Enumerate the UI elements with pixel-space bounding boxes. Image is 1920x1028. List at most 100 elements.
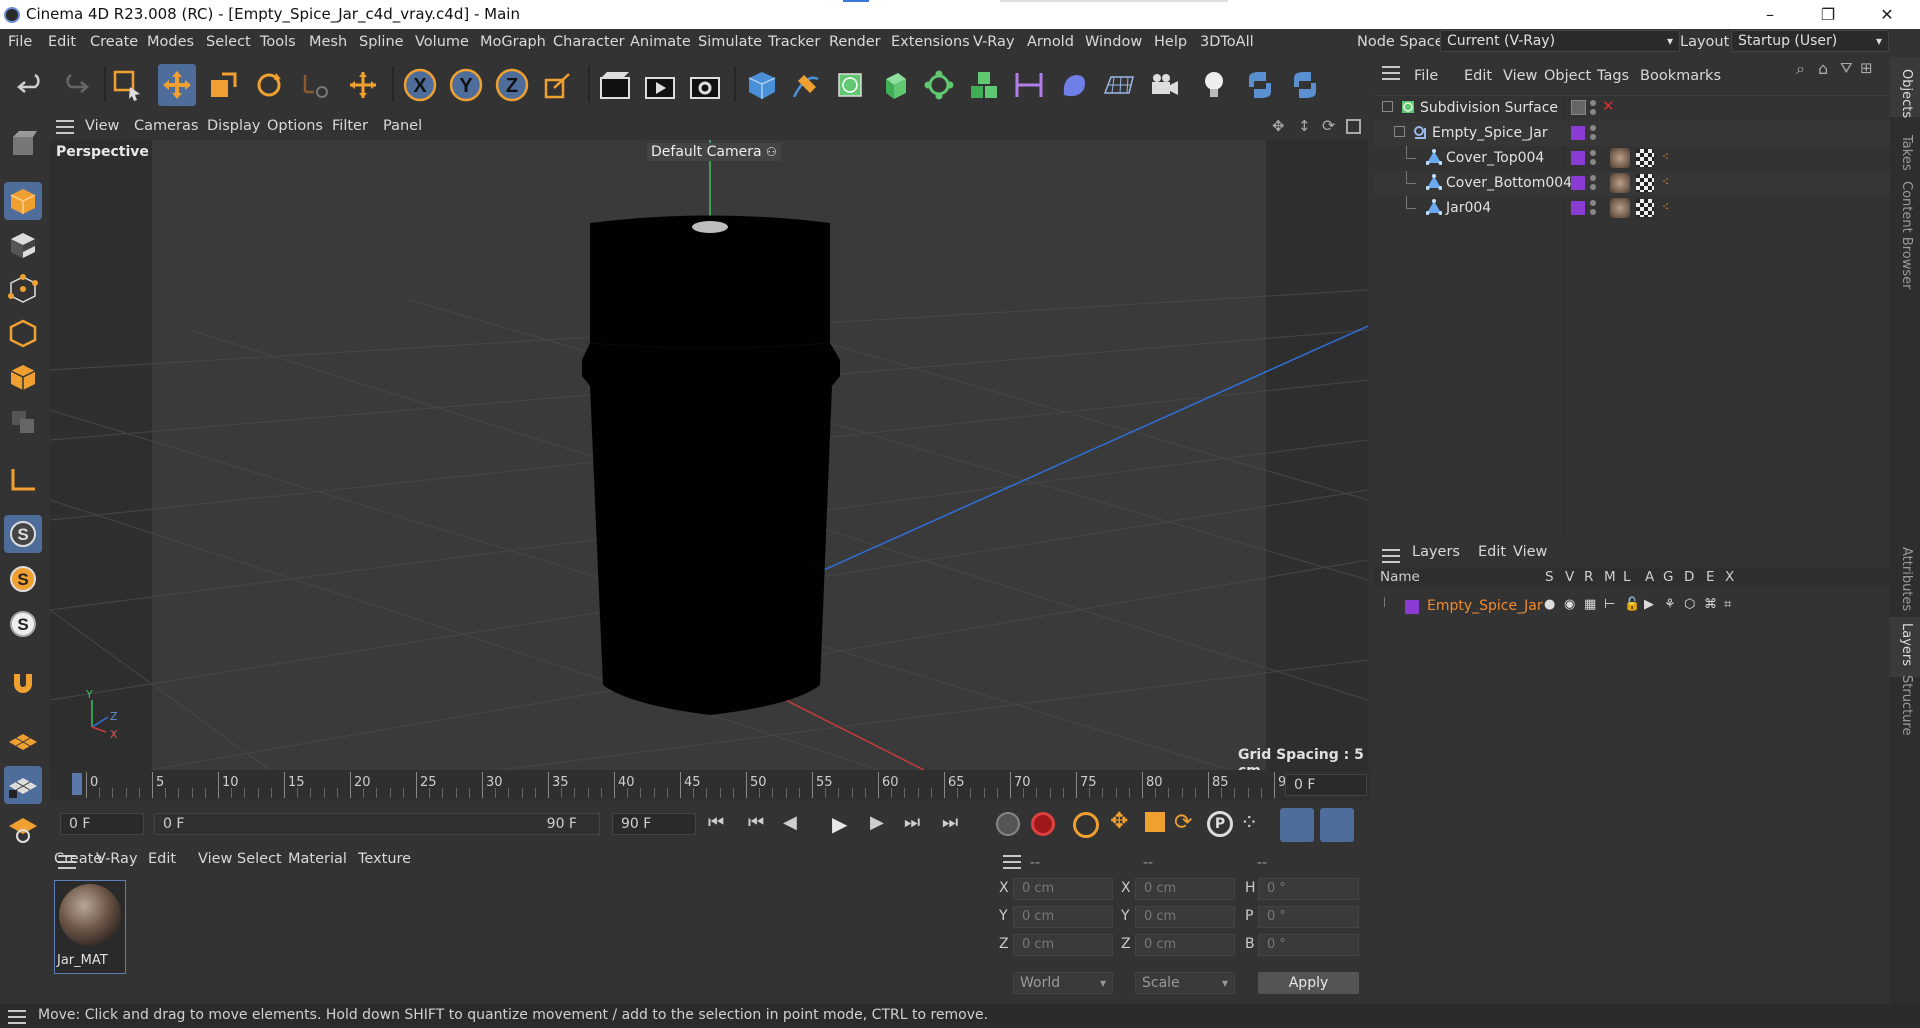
model-mode-icon[interactable] bbox=[4, 182, 42, 220]
menu-volume[interactable]: Volume bbox=[415, 34, 469, 50]
render-icon[interactable]: ▦ bbox=[1584, 597, 1596, 612]
parameter-key-icon[interactable]: P bbox=[1207, 811, 1233, 837]
animation-icon[interactable]: ▶ bbox=[1644, 597, 1654, 612]
coordinate-mode-dropdown[interactable]: World ▾ bbox=[1013, 972, 1113, 994]
snap-magnet-icon[interactable] bbox=[4, 664, 42, 702]
hamburger-menu-icon[interactable] bbox=[1382, 549, 1400, 563]
expressions-icon[interactable]: ⌘ bbox=[1704, 597, 1717, 612]
floor-icon[interactable] bbox=[1100, 64, 1138, 106]
deformer-icon[interactable] bbox=[1010, 64, 1048, 106]
python-script-icon[interactable] bbox=[1241, 64, 1279, 106]
generators-icon[interactable]: ⚘ bbox=[1664, 597, 1676, 612]
point-level-key-icon[interactable]: ⁘ bbox=[1240, 811, 1259, 836]
autokey-icon[interactable] bbox=[1031, 812, 1055, 836]
workplane-icon[interactable] bbox=[4, 722, 42, 760]
move-tool-icon[interactable] bbox=[158, 64, 196, 106]
object-row[interactable]: Cover_Bottom004 ⁖ bbox=[1374, 171, 1890, 196]
uv-mode-icon[interactable] bbox=[4, 403, 42, 441]
texture-tag-icon[interactable] bbox=[1636, 199, 1654, 217]
menu-mesh[interactable]: Mesh bbox=[309, 34, 347, 50]
visibility-dots-icon[interactable] bbox=[1590, 200, 1596, 216]
viewport-menu-cameras[interactable]: Cameras bbox=[134, 118, 198, 134]
z-axis-lock-icon[interactable]: Z bbox=[493, 64, 531, 106]
render-view-icon[interactable] bbox=[596, 64, 634, 106]
vray-tag-icon[interactable]: ⁖ bbox=[1662, 150, 1669, 164]
edges-mode-icon[interactable] bbox=[4, 314, 42, 352]
object-menu-file[interactable]: File bbox=[1414, 68, 1438, 84]
menu-edit[interactable]: Edit bbox=[48, 34, 76, 50]
menu-create[interactable]: Create bbox=[90, 34, 138, 50]
xref-icon[interactable]: ⌗ bbox=[1724, 597, 1731, 612]
view-eye-icon[interactable]: ◉ bbox=[1564, 597, 1575, 612]
go-to-end-icon[interactable]: ⏭ bbox=[942, 812, 958, 833]
solo-dot-icon[interactable]: ● bbox=[1544, 597, 1555, 612]
tab-content-browser[interactable]: Content Browser bbox=[1899, 181, 1914, 290]
previous-frame-icon[interactable]: ◀ bbox=[783, 812, 797, 833]
tab-structure[interactable]: Structure bbox=[1899, 675, 1914, 735]
object-row[interactable]: Jar004 ⁖ bbox=[1374, 196, 1890, 221]
material-tag-icon[interactable] bbox=[1610, 198, 1630, 218]
position-field[interactable]: 0 cm bbox=[1013, 934, 1113, 956]
layer-color-swatch[interactable] bbox=[1571, 176, 1585, 190]
layer-color-swatch[interactable] bbox=[1405, 600, 1419, 614]
material-menu-select[interactable]: Select bbox=[237, 851, 282, 867]
mograph-icon[interactable] bbox=[965, 64, 1003, 106]
cloner-icon[interactable] bbox=[920, 64, 958, 106]
extrude-icon[interactable] bbox=[875, 64, 913, 106]
coordinate-system-icon[interactable] bbox=[539, 64, 577, 106]
menu-v-ray[interactable]: V-Ray bbox=[973, 34, 1015, 50]
disable-x-icon[interactable]: ✕ bbox=[1602, 97, 1615, 115]
start-frame-field[interactable]: 0 F bbox=[60, 813, 144, 835]
rotate-view-icon[interactable]: ⟳ bbox=[1322, 116, 1335, 135]
visibility-dots-icon[interactable] bbox=[1590, 150, 1596, 166]
object-row[interactable]: Empty_Spice_Jar bbox=[1374, 121, 1890, 146]
make-editable-icon[interactable] bbox=[4, 124, 42, 162]
rotation-key-icon[interactable]: ⟳ bbox=[1174, 810, 1192, 835]
workplane-lock-icon[interactable] bbox=[4, 766, 42, 804]
current-frame-field[interactable]: 0 F bbox=[1285, 774, 1367, 796]
material-menu-v-ray[interactable]: V-Ray bbox=[96, 851, 138, 867]
axis-mode-icon[interactable] bbox=[4, 460, 42, 498]
object-menu-view[interactable]: View bbox=[1503, 68, 1537, 84]
hamburger-menu-icon[interactable] bbox=[56, 120, 74, 134]
undo-button[interactable] bbox=[12, 64, 50, 106]
layer-menu-edit[interactable]: Edit bbox=[1478, 544, 1506, 560]
solo-off-icon[interactable]: S bbox=[4, 515, 42, 553]
scale-key-icon[interactable] bbox=[1145, 812, 1165, 832]
rotation-field[interactable]: 0 ° bbox=[1258, 906, 1359, 928]
points-mode-icon[interactable] bbox=[4, 270, 42, 308]
material-tag-icon[interactable] bbox=[1610, 148, 1630, 168]
hamburger-menu-icon[interactable] bbox=[1003, 855, 1021, 869]
position-field[interactable]: 0 cm bbox=[1013, 878, 1113, 900]
layer-menu-view[interactable]: View bbox=[1513, 544, 1547, 560]
material-menu-view[interactable]: View bbox=[198, 851, 232, 867]
material-menu-edit[interactable]: Edit bbox=[148, 851, 176, 867]
toggle-views-icon[interactable] bbox=[1346, 119, 1361, 134]
material-menu-material[interactable]: Material bbox=[288, 851, 347, 867]
transform-icon[interactable] bbox=[344, 64, 382, 106]
y-axis-lock-icon[interactable]: Y bbox=[447, 64, 485, 106]
tab-attributes[interactable]: Attributes bbox=[1899, 547, 1914, 611]
vray-tag-icon[interactable]: ⁖ bbox=[1662, 200, 1669, 214]
viewport-menu-options[interactable]: Options bbox=[267, 118, 323, 134]
live-selection-icon[interactable] bbox=[108, 64, 146, 106]
menu-character[interactable]: Character bbox=[553, 34, 625, 50]
visibility-dots-icon[interactable] bbox=[1590, 125, 1596, 141]
maximize-button[interactable]: ❐ bbox=[1805, 2, 1851, 28]
menu-tools[interactable]: Tools bbox=[260, 34, 296, 50]
go-to-start-icon[interactable]: ⏮ bbox=[708, 812, 724, 833]
minimize-button[interactable]: – bbox=[1747, 2, 1793, 28]
menu-window[interactable]: Window bbox=[1085, 34, 1142, 50]
menu-simulate[interactable]: Simulate bbox=[698, 34, 762, 50]
object-menu-edit[interactable]: Edit bbox=[1464, 68, 1492, 84]
layout-dropdown[interactable]: Startup (User) ▾ bbox=[1731, 30, 1889, 52]
light-icon[interactable] bbox=[1195, 64, 1233, 106]
camera-icon[interactable] bbox=[1146, 64, 1184, 106]
spice-jar-model[interactable] bbox=[582, 215, 840, 716]
texture-tag-icon[interactable] bbox=[1636, 174, 1654, 192]
zoom-view-icon[interactable]: ↕ bbox=[1298, 117, 1311, 135]
lock-icon[interactable]: 🔓 bbox=[1624, 597, 1640, 612]
object-menu-bookmarks[interactable]: Bookmarks bbox=[1640, 68, 1721, 84]
node-space-dropdown[interactable]: Current (V-Ray) ▾ bbox=[1440, 30, 1680, 52]
next-key-icon[interactable]: ⏭ bbox=[904, 812, 920, 833]
